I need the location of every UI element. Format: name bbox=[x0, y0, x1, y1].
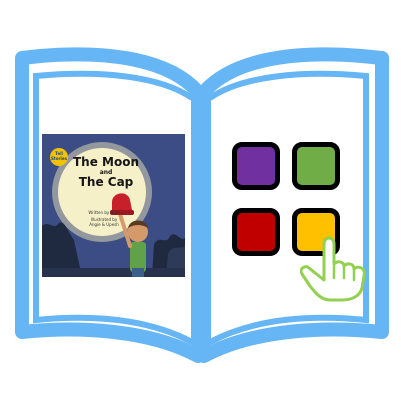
book-choice-illustration: Tell Stories The Moon and The Cap Writte… bbox=[0, 0, 401, 401]
written-by: Written by Noni bbox=[88, 210, 120, 215]
illustrated-by-line2: Angie & Upesh bbox=[89, 222, 119, 227]
book-cover[interactable]: Tell Stories The Moon and The Cap Writte… bbox=[42, 134, 185, 277]
choice-tile-purple[interactable] bbox=[232, 142, 280, 190]
cover-credits: Written by Noni Illustrated by Angie & U… bbox=[82, 210, 126, 227]
cover-title-line2: The Cap bbox=[78, 175, 134, 189]
cover-title-line1: The Moon bbox=[72, 155, 140, 169]
choice-tile-red[interactable] bbox=[232, 208, 280, 256]
cover-title: The Moon and The Cap bbox=[66, 156, 146, 189]
pointing-hand-icon bbox=[299, 234, 380, 304]
choice-tile-green[interactable] bbox=[292, 142, 340, 190]
